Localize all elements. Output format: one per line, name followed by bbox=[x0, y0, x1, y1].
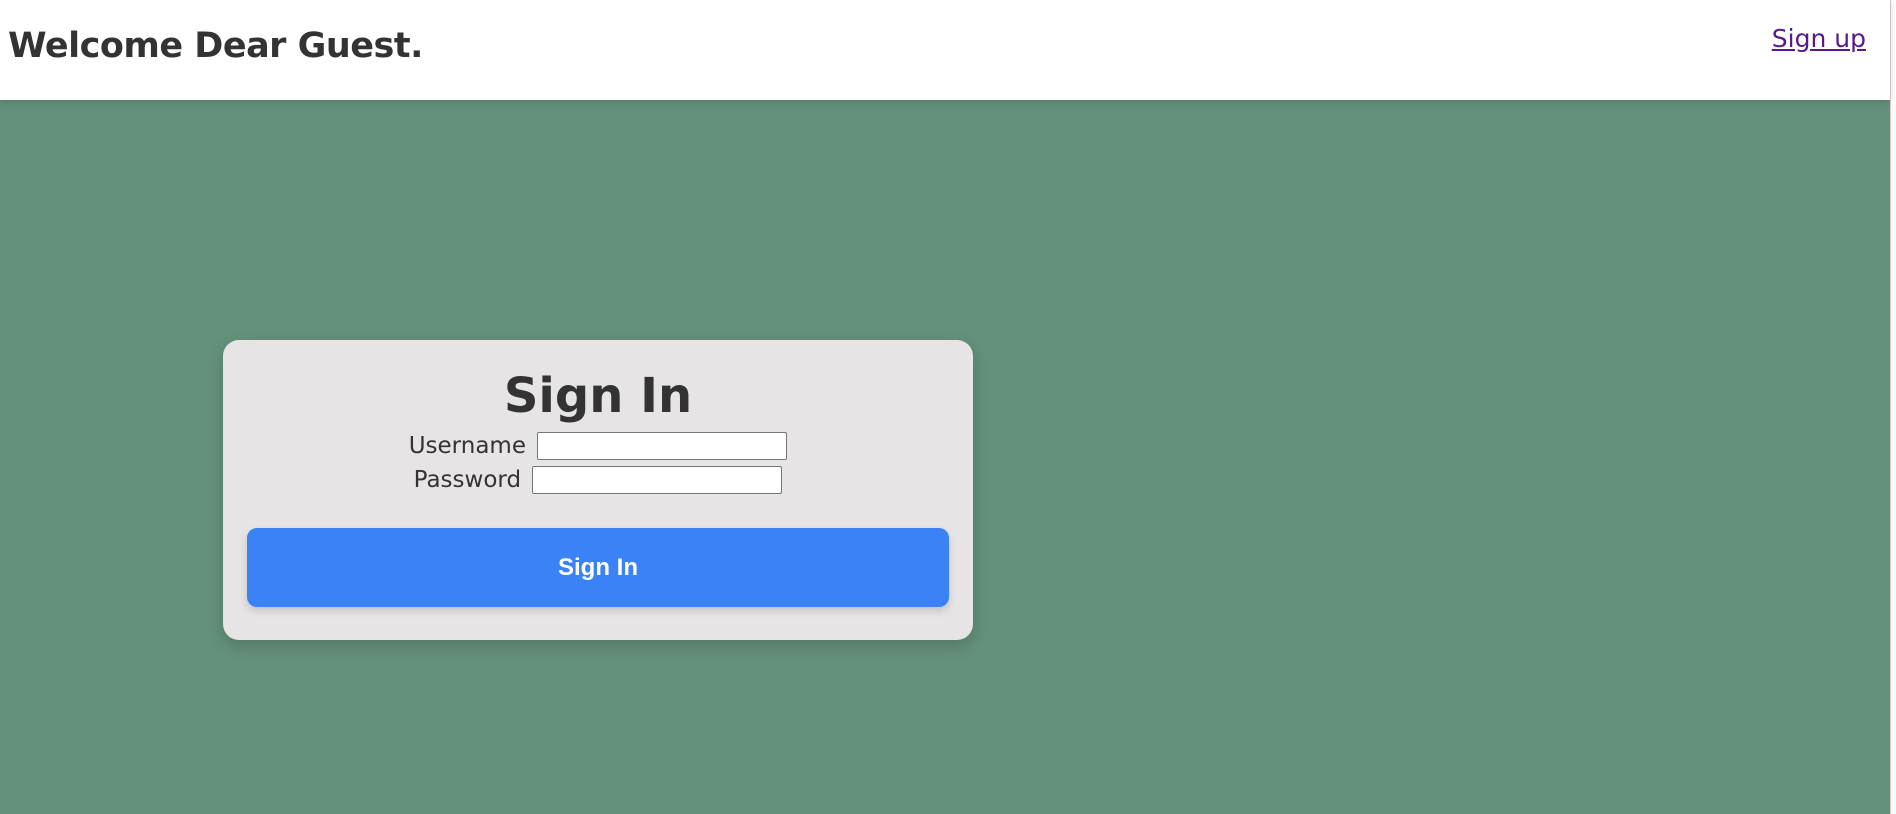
signin-card: Sign In Username Password Sign In bbox=[223, 340, 973, 640]
username-row: Username bbox=[223, 432, 973, 460]
top-bar: Welcome Dear Guest. Sign up bbox=[0, 0, 1890, 100]
username-label: Username bbox=[408, 433, 526, 459]
signup-link[interactable]: Sign up bbox=[1772, 24, 1866, 53]
welcome-heading: Welcome Dear Guest. bbox=[8, 26, 423, 66]
password-input[interactable] bbox=[532, 466, 783, 494]
username-input[interactable] bbox=[537, 432, 788, 460]
page: Welcome Dear Guest. Sign up Sign In User… bbox=[0, 0, 1891, 814]
password-row: Password bbox=[223, 466, 973, 494]
signin-title: Sign In bbox=[503, 368, 693, 424]
signin-button[interactable]: Sign In bbox=[247, 528, 949, 607]
password-label: Password bbox=[413, 467, 522, 493]
